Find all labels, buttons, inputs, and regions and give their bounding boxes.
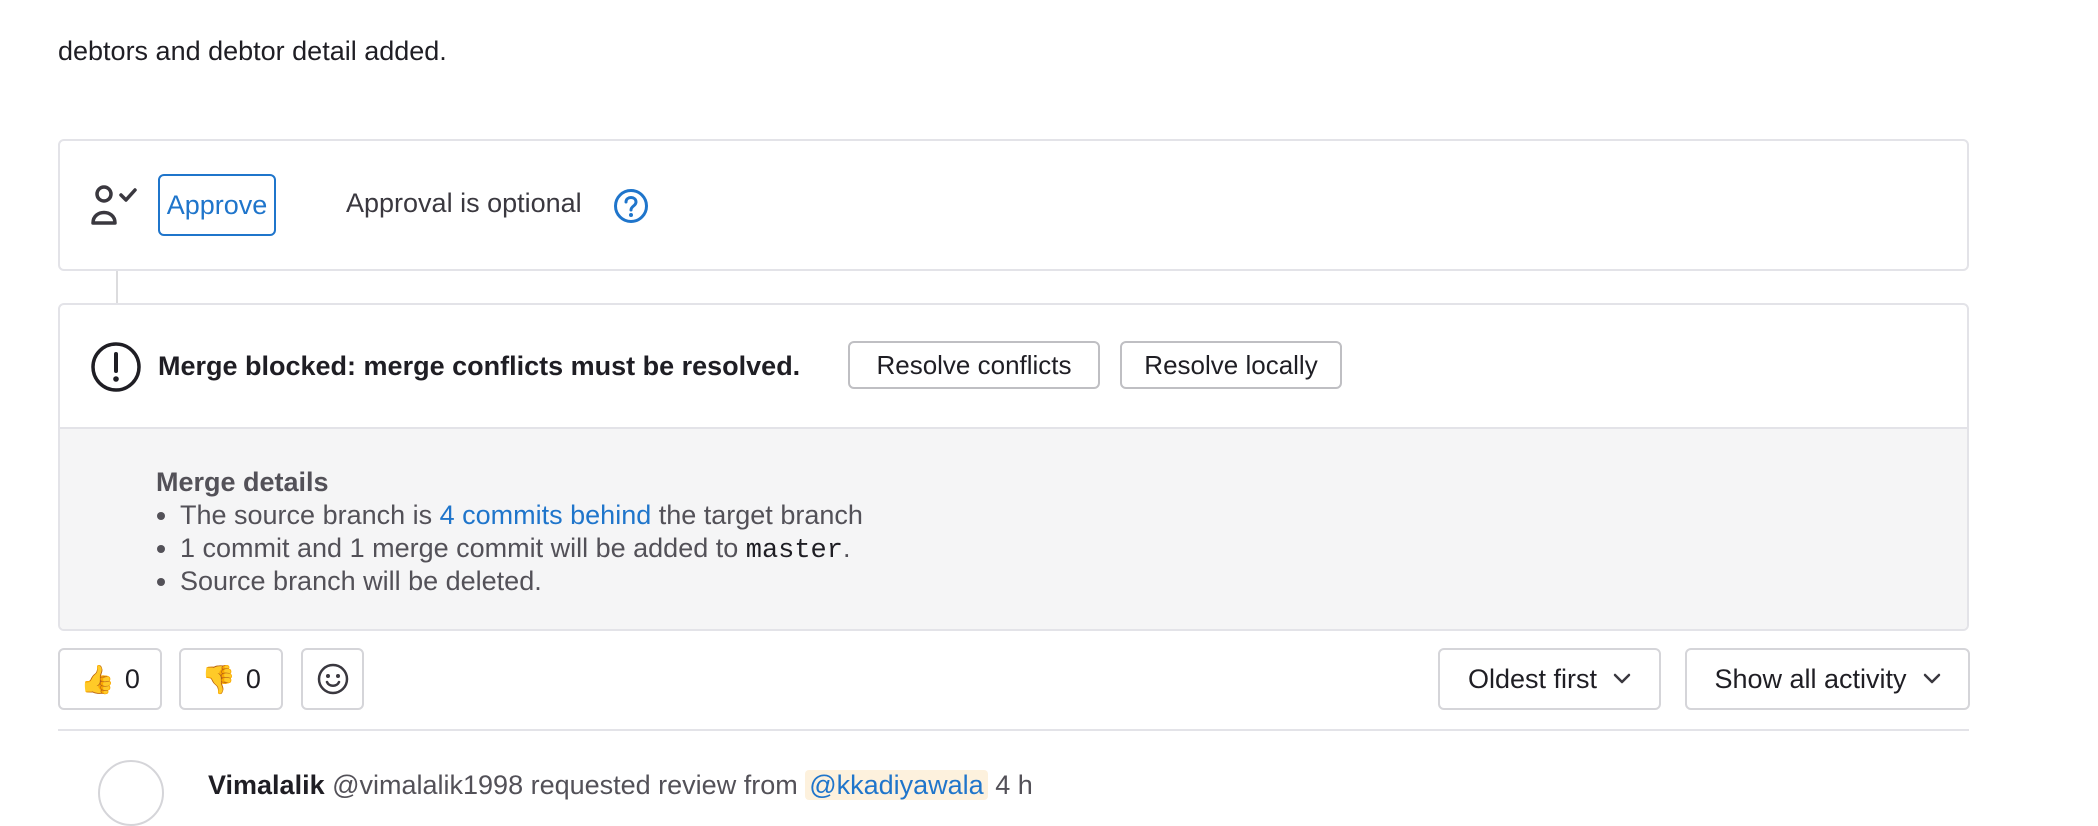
thumbs-up-button[interactable]: 👍 0 — [58, 648, 162, 710]
activity-divider — [58, 729, 1969, 731]
list-item: Source branch will be deleted. — [180, 565, 863, 598]
approver-icon — [91, 185, 137, 225]
add-reaction-button[interactable] — [301, 648, 364, 710]
avatar[interactable] — [98, 760, 164, 826]
widget-connector — [116, 271, 118, 304]
approval-widget: Approve Approval is optional — [58, 139, 1969, 271]
thumbs-up-count: 0 — [124, 663, 140, 694]
smiley-icon — [317, 663, 348, 695]
note-text: @vimalalik1998 requested review from — [324, 770, 806, 800]
approve-button[interactable]: Approve — [158, 174, 276, 236]
note-author[interactable]: Vimalalik — [208, 770, 325, 800]
help-icon[interactable] — [613, 188, 649, 224]
sort-order-label: Oldest first — [1467, 663, 1598, 694]
merge-details-list: The source branch is 4 commits behind th… — [156, 499, 863, 598]
thumbs-up-icon: 👍 — [80, 662, 115, 696]
resolve-locally-button[interactable]: Resolve locally — [1120, 341, 1342, 389]
sort-order-dropdown[interactable]: Oldest first — [1438, 648, 1661, 710]
chevron-down-icon — [1613, 673, 1631, 684]
target-branch-name: master — [745, 536, 843, 566]
thumbs-down-icon: 👎 — [201, 662, 236, 696]
activity-filter-label: Show all activity — [1714, 663, 1907, 694]
list-item: The source branch is 4 commits behind th… — [180, 499, 863, 532]
list-item: 1 commit and 1 merge commit will be adde… — [180, 532, 863, 566]
merge-details-panel: Merge details The source branch is 4 com… — [60, 429, 1967, 629]
merge-widget: Merge blocked: merge conflicts must be r… — [58, 303, 1969, 631]
commits-behind-link[interactable]: 4 commits behind — [440, 500, 652, 530]
resolve-conflicts-button[interactable]: Resolve conflicts — [848, 341, 1100, 389]
list-item-text: . — [842, 533, 851, 563]
thumbs-down-button[interactable]: 👎 0 — [179, 648, 283, 710]
list-item-text: 1 commit and 1 merge commit will be adde… — [180, 533, 746, 563]
alert-icon — [91, 342, 141, 392]
merge-status-header: Merge blocked: merge conflicts must be r… — [60, 305, 1967, 429]
activity-filter-dropdown[interactable]: Show all activity — [1685, 648, 1970, 710]
approval-status-text: Approval is optional — [346, 188, 582, 218]
chevron-down-icon — [1923, 673, 1940, 684]
note-time: 4 h — [987, 770, 1033, 800]
merge-request-description: debtors and debtor detail added. — [58, 36, 447, 66]
list-item-text: Source branch will be deleted. — [180, 566, 542, 596]
merge-blocked-title: Merge blocked: merge conflicts must be r… — [158, 351, 801, 381]
merge-details-title: Merge details — [156, 467, 329, 497]
thumbs-down-count: 0 — [245, 663, 261, 694]
user-mention[interactable]: @kkadiyawala — [805, 770, 988, 800]
list-item-text: The source branch is — [180, 500, 440, 530]
list-item-text: the target branch — [651, 500, 863, 530]
activity-note: Vimalalik @vimalalik1998 requested revie… — [208, 770, 1033, 801]
